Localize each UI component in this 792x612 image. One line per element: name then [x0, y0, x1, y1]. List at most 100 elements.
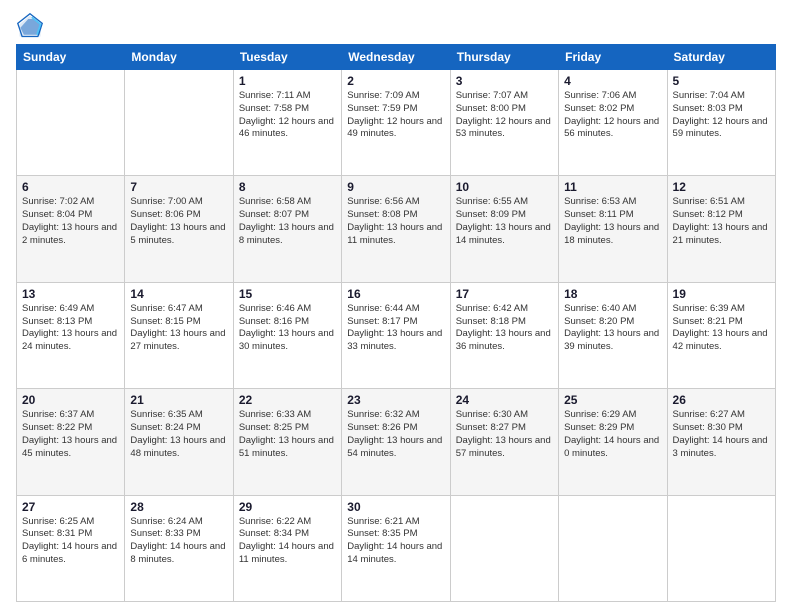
day-info: Sunrise: 7:11 AMSunset: 7:58 PMDaylight:… [239, 90, 336, 141]
calendar-body: 1 Sunrise: 7:11 AMSunset: 7:58 PMDaylight… [17, 70, 776, 602]
calendar-day-cell [125, 70, 233, 176]
day-number: 12 [673, 180, 770, 194]
day-info: Sunrise: 7:04 AMSunset: 8:03 PMDaylight:… [673, 90, 770, 141]
day-number: 4 [564, 74, 661, 88]
calendar-day-cell: 21 Sunrise: 6:35 AMSunset: 8:24 PMDayligh… [125, 389, 233, 495]
day-number: 2 [347, 74, 444, 88]
day-info: Sunrise: 7:07 AMSunset: 8:00 PMDaylight:… [456, 90, 553, 141]
calendar-day-cell: 15Sunrise: 6:46 AMSunset: 8:16 PMDayligh… [233, 282, 341, 388]
day-number: 26 [673, 393, 770, 407]
day-number: 6 [22, 180, 119, 194]
day-number: 29 [239, 500, 336, 514]
calendar-day-cell: 9Sunrise: 6:56 AMSunset: 8:08 PMDaylight… [342, 176, 450, 282]
weekday-header: Saturday [667, 45, 775, 70]
day-info: Sunrise: 6:40 AMSunset: 8:20 PMDaylight:… [564, 303, 661, 354]
weekday-header: Wednesday [342, 45, 450, 70]
logo [16, 12, 48, 40]
day-number: 3 [456, 74, 553, 88]
day-info: Sunrise: 6:58 AMSunset: 8:07 PMDaylight:… [239, 196, 336, 247]
calendar-day-cell: 30Sunrise: 6:21 AMSunset: 8:35 PMDayligh… [342, 495, 450, 601]
day-number: 20 [22, 393, 119, 407]
calendar-day-cell: 6Sunrise: 7:02 AMSunset: 8:04 PMDaylight… [17, 176, 125, 282]
day-info: Sunrise: 7:00 AMSunset: 8:06 PMDaylight:… [130, 196, 227, 247]
day-number: 17 [456, 287, 553, 301]
day-number: 19 [673, 287, 770, 301]
day-number: 27 [22, 500, 119, 514]
weekday-header: Monday [125, 45, 233, 70]
calendar-day-cell: 12 Sunrise: 6:51 AMSunset: 8:12 PMDayligh… [667, 176, 775, 282]
calendar-day-cell: 25 Sunrise: 6:29 AMSunset: 8:29 PMDayligh… [559, 389, 667, 495]
calendar-day-cell [667, 495, 775, 601]
calendar-week-row: 27 Sunrise: 6:25 AMSunset: 8:31 PMDayligh… [17, 495, 776, 601]
day-info: Sunrise: 6:29 AMSunset: 8:29 PMDaylight:… [564, 409, 661, 460]
day-number: 5 [673, 74, 770, 88]
calendar-day-cell: 13Sunrise: 6:49 AMSunset: 8:13 PMDayligh… [17, 282, 125, 388]
day-info: Sunrise: 6:27 AMSunset: 8:30 PMDaylight:… [673, 409, 770, 460]
calendar-day-cell [559, 495, 667, 601]
day-info: Sunrise: 7:09 AMSunset: 7:59 PMDaylight:… [347, 90, 444, 141]
day-info: Sunrise: 6:46 AMSunset: 8:16 PMDaylight:… [239, 303, 336, 354]
day-number: 22 [239, 393, 336, 407]
day-number: 7 [130, 180, 227, 194]
page: SundayMondayTuesdayWednesdayThursdayFrid… [0, 0, 792, 612]
calendar-day-cell: 17Sunrise: 6:42 AMSunset: 8:18 PMDayligh… [450, 282, 558, 388]
calendar-day-cell: 8 Sunrise: 6:58 AMSunset: 8:07 PMDaylight… [233, 176, 341, 282]
day-number: 9 [347, 180, 444, 194]
day-info: Sunrise: 6:24 AMSunset: 8:33 PMDaylight:… [130, 516, 227, 567]
calendar-week-row: 6Sunrise: 7:02 AMSunset: 8:04 PMDaylight… [17, 176, 776, 282]
day-number: 8 [239, 180, 336, 194]
day-number: 14 [130, 287, 227, 301]
day-info: Sunrise: 6:35 AMSunset: 8:24 PMDaylight:… [130, 409, 227, 460]
day-number: 24 [456, 393, 553, 407]
day-number: 21 [130, 393, 227, 407]
calendar-day-cell: 20 Sunrise: 6:37 AMSunset: 8:22 PMDayligh… [17, 389, 125, 495]
day-info: Sunrise: 6:49 AMSunset: 8:13 PMDaylight:… [22, 303, 119, 354]
day-info: Sunrise: 6:37 AMSunset: 8:22 PMDaylight:… [22, 409, 119, 460]
day-info: Sunrise: 6:30 AMSunset: 8:27 PMDaylight:… [456, 409, 553, 460]
day-number: 25 [564, 393, 661, 407]
calendar-day-cell [450, 495, 558, 601]
calendar-day-cell: 19 Sunrise: 6:39 AMSunset: 8:21 PMDayligh… [667, 282, 775, 388]
weekday-header: Friday [559, 45, 667, 70]
weekday-header: Tuesday [233, 45, 341, 70]
day-number: 11 [564, 180, 661, 194]
weekday-header: Thursday [450, 45, 558, 70]
day-info: Sunrise: 6:53 AMSunset: 8:11 PMDaylight:… [564, 196, 661, 247]
calendar-day-cell: 29Sunrise: 6:22 AMSunset: 8:34 PMDayligh… [233, 495, 341, 601]
calendar-day-cell: 7 Sunrise: 7:00 AMSunset: 8:06 PMDaylight… [125, 176, 233, 282]
calendar-week-row: 1 Sunrise: 7:11 AMSunset: 7:58 PMDaylight… [17, 70, 776, 176]
calendar-header: SundayMondayTuesdayWednesdayThursdayFrid… [17, 45, 776, 70]
calendar-day-cell: 26 Sunrise: 6:27 AMSunset: 8:30 PMDayligh… [667, 389, 775, 495]
day-number: 23 [347, 393, 444, 407]
calendar-day-cell: 2 Sunrise: 7:09 AMSunset: 7:59 PMDaylight… [342, 70, 450, 176]
calendar-day-cell: 23 Sunrise: 6:32 AMSunset: 8:26 PMDayligh… [342, 389, 450, 495]
day-info: Sunrise: 6:33 AMSunset: 8:25 PMDaylight:… [239, 409, 336, 460]
calendar-day-cell: 24 Sunrise: 6:30 AMSunset: 8:27 PMDayligh… [450, 389, 558, 495]
day-info: Sunrise: 6:32 AMSunset: 8:26 PMDaylight:… [347, 409, 444, 460]
weekday-row: SundayMondayTuesdayWednesdayThursdayFrid… [17, 45, 776, 70]
calendar-week-row: 13Sunrise: 6:49 AMSunset: 8:13 PMDayligh… [17, 282, 776, 388]
calendar-day-cell: 28 Sunrise: 6:24 AMSunset: 8:33 PMDayligh… [125, 495, 233, 601]
calendar-day-cell: 18Sunrise: 6:40 AMSunset: 8:20 PMDayligh… [559, 282, 667, 388]
day-info: Sunrise: 6:55 AMSunset: 8:09 PMDaylight:… [456, 196, 553, 247]
day-number: 1 [239, 74, 336, 88]
calendar-day-cell: 27 Sunrise: 6:25 AMSunset: 8:31 PMDayligh… [17, 495, 125, 601]
day-info: Sunrise: 6:25 AMSunset: 8:31 PMDaylight:… [22, 516, 119, 567]
day-info: Sunrise: 6:47 AMSunset: 8:15 PMDaylight:… [130, 303, 227, 354]
day-info: Sunrise: 6:39 AMSunset: 8:21 PMDaylight:… [673, 303, 770, 354]
calendar-day-cell: 10 Sunrise: 6:55 AMSunset: 8:09 PMDayligh… [450, 176, 558, 282]
day-info: Sunrise: 6:51 AMSunset: 8:12 PMDaylight:… [673, 196, 770, 247]
day-info: Sunrise: 6:21 AMSunset: 8:35 PMDaylight:… [347, 516, 444, 567]
day-number: 16 [347, 287, 444, 301]
logo-icon [16, 12, 44, 40]
calendar-day-cell: 4 Sunrise: 7:06 AMSunset: 8:02 PMDaylight… [559, 70, 667, 176]
weekday-header: Sunday [17, 45, 125, 70]
calendar-day-cell: 22 Sunrise: 6:33 AMSunset: 8:25 PMDayligh… [233, 389, 341, 495]
day-info: Sunrise: 7:06 AMSunset: 8:02 PMDaylight:… [564, 90, 661, 141]
day-number: 10 [456, 180, 553, 194]
calendar-day-cell: 14 Sunrise: 6:47 AMSunset: 8:15 PMDayligh… [125, 282, 233, 388]
day-number: 28 [130, 500, 227, 514]
calendar: SundayMondayTuesdayWednesdayThursdayFrid… [16, 44, 776, 602]
calendar-day-cell [17, 70, 125, 176]
calendar-day-cell: 3 Sunrise: 7:07 AMSunset: 8:00 PMDaylight… [450, 70, 558, 176]
